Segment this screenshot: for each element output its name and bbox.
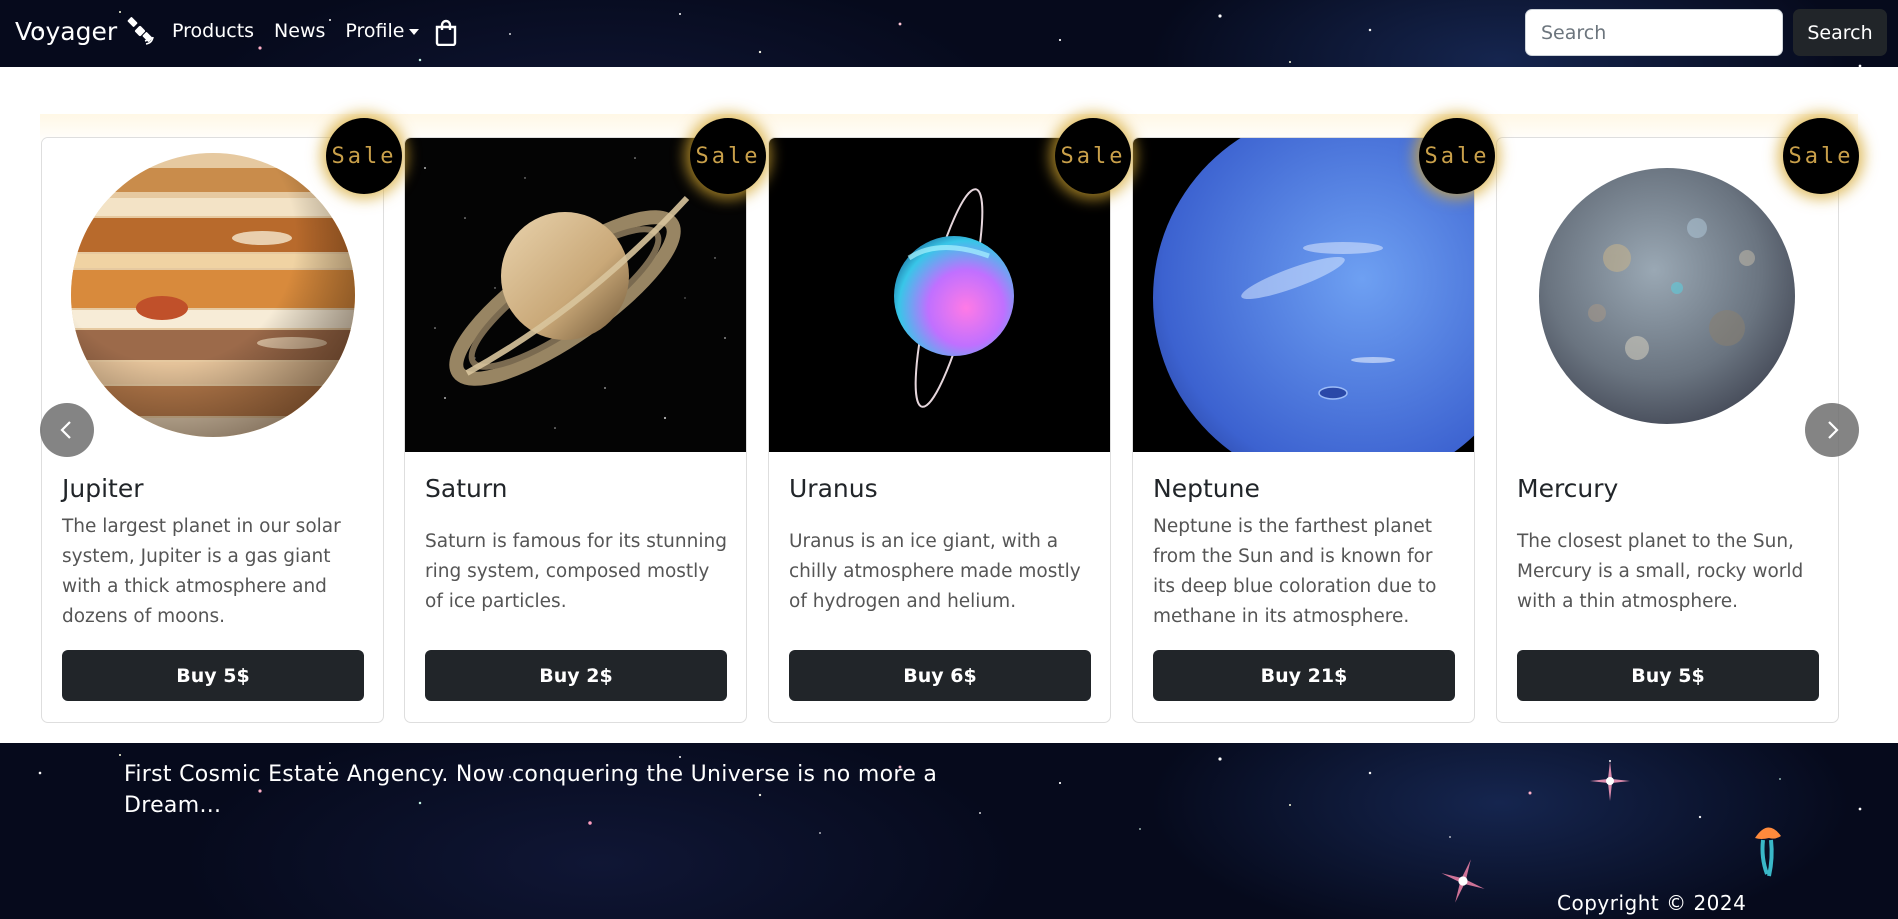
card-title: Mercury xyxy=(1517,474,1619,503)
sale-badge: Sale xyxy=(326,118,402,194)
search-input[interactable] xyxy=(1525,9,1783,56)
footer: First Cosmic Estate Angency. Now conquer… xyxy=(0,743,1898,919)
nav-profile-dropdown[interactable]: Profile xyxy=(345,20,420,42)
card-description: The largest planet in our solar system, … xyxy=(62,516,341,627)
star-flare-icon xyxy=(1590,761,1630,801)
card-description: Neptune is the farthest planet from the … xyxy=(1153,516,1437,627)
satellite-icon xyxy=(127,17,154,45)
card-title: Saturn xyxy=(425,474,508,503)
shopping-bag-icon[interactable] xyxy=(433,18,459,46)
uranus-image xyxy=(769,138,1110,452)
nav-profile-label: Profile xyxy=(345,20,405,42)
sale-badge: Sale xyxy=(690,118,766,194)
card-title: Uranus xyxy=(789,474,878,503)
nav-news[interactable]: News xyxy=(274,20,325,42)
buy-button-saturn[interactable]: Buy 2$ xyxy=(425,650,727,701)
carousel-prev-button[interactable] xyxy=(40,403,94,457)
nav-products[interactable]: Products xyxy=(172,20,254,42)
saturn-image xyxy=(405,138,746,452)
card-title: Neptune xyxy=(1153,474,1260,503)
nav-links: Products News Profile xyxy=(172,20,420,42)
neptune-image xyxy=(1133,138,1474,452)
carousel-next-button[interactable] xyxy=(1805,403,1859,457)
product-card-uranus: Uranus Uranus is an ice giant, with a ch… xyxy=(768,137,1111,723)
card-title: Jupiter xyxy=(62,474,144,503)
chevron-left-icon xyxy=(60,421,71,439)
buy-button-jupiter[interactable]: Buy 5$ xyxy=(62,650,364,701)
chevron-right-icon xyxy=(1828,421,1839,439)
sale-badge: Sale xyxy=(1783,118,1859,194)
buy-button-neptune[interactable]: Buy 21$ xyxy=(1153,650,1455,701)
mercury-image xyxy=(1497,138,1838,452)
buy-button-uranus[interactable]: Buy 6$ xyxy=(789,650,1091,701)
copyright: Copyright © 2024 xyxy=(1557,891,1747,915)
sale-badge: Sale xyxy=(1055,118,1131,194)
jupiter-image xyxy=(42,138,383,452)
caret-down-icon xyxy=(409,29,420,35)
brand-name: Voyager xyxy=(15,16,118,46)
product-carousel: Jupiter The largest planet in our solar … xyxy=(40,106,1859,736)
product-card-mercury: Mercury The closest planet to the Sun, M… xyxy=(1496,137,1839,723)
buy-button-mercury[interactable]: Buy 5$ xyxy=(1517,650,1819,701)
card-description: Saturn is famous for its stunning ring s… xyxy=(425,531,727,612)
brand[interactable]: Voyager xyxy=(15,16,155,46)
navbar: Voyager Products News Profile Search xyxy=(0,0,1898,67)
footer-tagline: First Cosmic Estate Angency. Now conquer… xyxy=(124,762,938,818)
card-description: The closest planet to the Sun, Mercury i… xyxy=(1517,531,1804,612)
search-button[interactable]: Search xyxy=(1793,9,1887,56)
card-description: Uranus is an ice giant, with a chilly at… xyxy=(789,531,1081,612)
nebula-creature-icon xyxy=(1755,827,1781,877)
sale-badge: Sale xyxy=(1419,118,1495,194)
product-card-saturn: Saturn Saturn is famous for its stunning… xyxy=(404,137,747,723)
star-flare-icon xyxy=(1441,859,1485,903)
product-card-neptune: Neptune Neptune is the farthest planet f… xyxy=(1132,137,1475,723)
